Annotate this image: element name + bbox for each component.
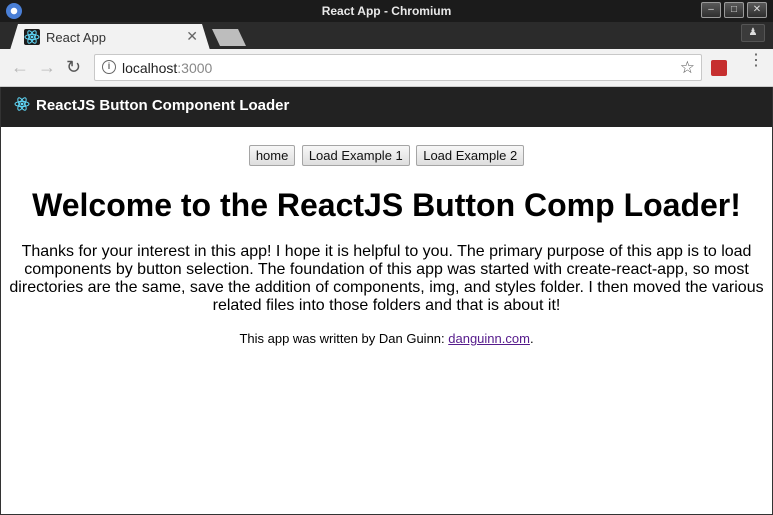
- maximize-button[interactable]: □: [724, 2, 744, 18]
- browser-toolbar: ← → ↻ i localhost:3000 ☆ ⋮: [0, 49, 773, 87]
- page-heading: Welcome to the ReactJS Button Comp Loade…: [32, 187, 741, 223]
- button-nav: home Load Example 1 Load Example 2: [1, 145, 772, 167]
- profile-icon[interactable]: ♟: [741, 24, 765, 42]
- page-content: ReactJS Button Component Loader home Loa…: [0, 87, 773, 515]
- tab-label: React App: [46, 30, 106, 45]
- load-example-2-button[interactable]: Load Example 2: [416, 145, 525, 166]
- app-title: ReactJS Button Component Loader: [36, 97, 290, 114]
- minimize-button[interactable]: –: [701, 2, 721, 18]
- close-tab-icon[interactable]: ✕: [186, 28, 198, 45]
- react-logo-icon: [14, 96, 30, 117]
- back-icon[interactable]: ←: [11, 57, 29, 77]
- home-button[interactable]: home: [248, 145, 296, 166]
- tab-react-app[interactable]: React App ✕: [10, 24, 210, 50]
- tab-strip: React App ✕ ♟: [0, 22, 773, 50]
- react-logo-icon: [24, 29, 40, 45]
- reload-icon[interactable]: ↻: [66, 57, 81, 77]
- menu-icon[interactable]: ⋮: [748, 53, 764, 69]
- url-text: localhost:3000: [122, 60, 213, 76]
- intro-paragraph: Thanks for your interest in this app! I …: [9, 243, 764, 314]
- bookmark-star-icon[interactable]: ☆: [680, 58, 695, 78]
- load-example-1-button[interactable]: Load Example 1: [301, 145, 410, 166]
- extension-icon[interactable]: [711, 60, 727, 76]
- address-bar[interactable]: i localhost:3000 ☆: [94, 54, 702, 81]
- author-link[interactable]: danguinn.com: [448, 331, 530, 346]
- app-header: ReactJS Button Component Loader: [1, 87, 772, 127]
- info-icon[interactable]: i: [102, 60, 116, 74]
- window-title-bar: React App - Chromium – □ ✕: [0, 0, 773, 22]
- close-window-button[interactable]: ✕: [747, 2, 767, 18]
- credit-line: This app was written by Dan Guinn: dangu…: [239, 331, 534, 346]
- forward-icon[interactable]: →: [38, 57, 56, 77]
- window-title: React App - Chromium: [321, 4, 452, 18]
- new-tab-button[interactable]: [212, 29, 246, 46]
